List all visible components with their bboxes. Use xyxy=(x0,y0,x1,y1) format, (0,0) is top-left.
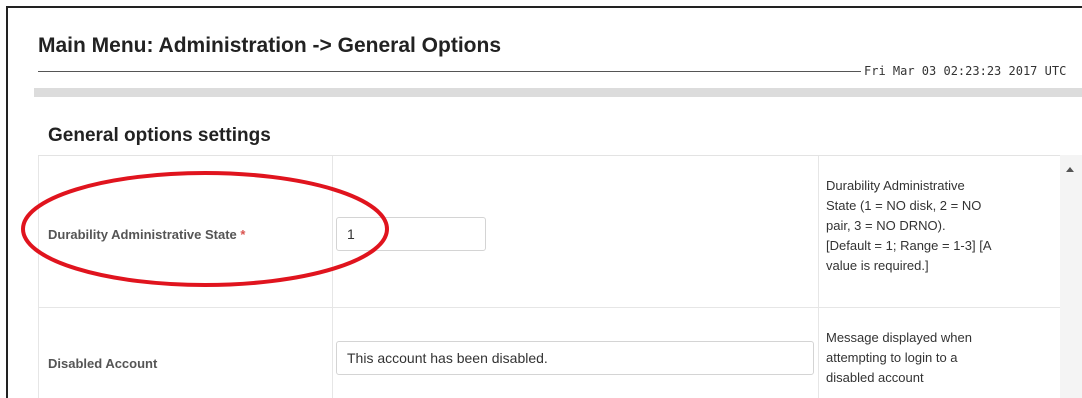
required-marker: * xyxy=(240,227,246,242)
durability-state-input[interactable]: 1 xyxy=(336,217,486,251)
durability-state-description: Durability Administrative State (1 = NO … xyxy=(826,178,992,273)
table-border-left xyxy=(38,156,39,398)
durability-state-label: Durability Administrative State * xyxy=(48,227,245,242)
disabled-account-input[interactable]: This account has been disabled. xyxy=(336,341,814,375)
column-divider-desc xyxy=(818,156,819,398)
server-timestamp: Fri Mar 03 02:23:23 2017 UTC xyxy=(864,64,1067,78)
title-divider xyxy=(38,71,861,72)
vertical-scrollbar[interactable] xyxy=(1060,155,1082,398)
disabled-account-description: Message displayed when attempting to log… xyxy=(826,330,972,385)
toolbar-separator xyxy=(34,88,1082,97)
row-divider xyxy=(38,307,1082,308)
settings-table: Durability Administrative State * 1 Dura… xyxy=(38,155,1082,398)
page-title: Main Menu: Administration -> General Opt… xyxy=(38,34,502,57)
column-divider-label xyxy=(332,156,333,398)
section-title: General options settings xyxy=(48,125,271,146)
disabled-account-label: Disabled Account xyxy=(48,356,158,371)
scroll-up-arrow-icon[interactable] xyxy=(1066,167,1074,172)
durability-state-label-text: Durability Administrative State xyxy=(48,227,237,242)
